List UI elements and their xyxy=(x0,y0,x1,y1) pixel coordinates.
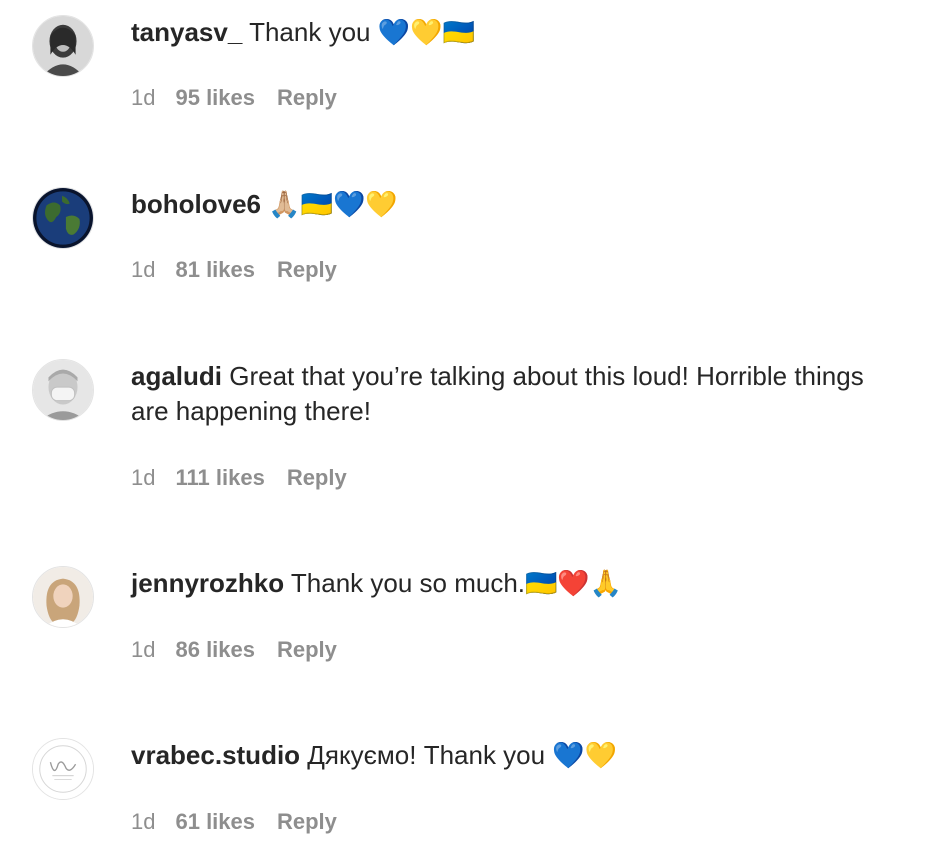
profile-photo-icon xyxy=(33,16,93,76)
comment-text: Great that you’re talking about this lou… xyxy=(131,361,864,426)
comment-likes[interactable]: 61 likes xyxy=(175,809,255,834)
comment-text: Thank you so much.🇺🇦❤️🙏 xyxy=(290,568,623,598)
comment-time[interactable]: 1d xyxy=(131,257,155,282)
comment-username[interactable]: boholove6 xyxy=(131,189,261,219)
comment-likes[interactable]: 86 likes xyxy=(175,637,255,662)
profile-photo-icon xyxy=(33,360,93,420)
comment-text: Thank you 💙💛🇺🇦 xyxy=(249,17,475,47)
comment-text: 🙏🏼🇺🇦💙💛 xyxy=(268,189,398,219)
comment-username[interactable]: jennyrozhko xyxy=(131,568,284,598)
reply-button[interactable]: Reply xyxy=(277,85,337,110)
comment-time[interactable]: 1d xyxy=(131,85,155,110)
comment-likes[interactable]: 81 likes xyxy=(175,257,255,282)
comment-time[interactable]: 1d xyxy=(131,637,155,662)
avatar[interactable] xyxy=(32,187,94,249)
comment-time[interactable]: 1d xyxy=(131,465,155,490)
comment-body: boholove6 🙏🏼🇺🇦💙💛 xyxy=(131,187,891,222)
comment-likes[interactable]: 95 likes xyxy=(175,85,255,110)
reply-button[interactable]: Reply xyxy=(277,257,337,282)
comment-body: tanyasv_ Thank you 💙💛🇺🇦 xyxy=(131,15,891,50)
reply-button[interactable]: Reply xyxy=(277,637,337,662)
comment-username[interactable]: vrabec.studio xyxy=(131,740,300,770)
comment-meta: 1d 111 likes Reply xyxy=(131,464,347,492)
comment-text: Дякуємо! Thank you 💙💛 xyxy=(307,740,618,770)
comment-body: jennyrozhko Thank you so much.🇺🇦❤️🙏 xyxy=(131,566,891,601)
comment-likes[interactable]: 111 likes xyxy=(175,465,264,490)
comment-username[interactable]: agaludi xyxy=(131,361,222,391)
avatar[interactable] xyxy=(32,15,94,77)
profile-photo-icon xyxy=(33,188,93,248)
comment-body: agaludi Great that you’re talking about … xyxy=(131,359,891,429)
avatar[interactable] xyxy=(32,359,94,421)
comment-meta: 1d 81 likes Reply xyxy=(131,256,337,284)
reply-button[interactable]: Reply xyxy=(287,465,347,490)
avatar[interactable] xyxy=(32,566,94,628)
comment-body: vrabec.studio Дякуємо! Thank you 💙💛 xyxy=(131,738,891,773)
comment-meta: 1d 86 likes Reply xyxy=(131,636,337,664)
reply-button[interactable]: Reply xyxy=(277,809,337,834)
profile-photo-icon xyxy=(33,567,93,627)
comment-meta: 1d 95 likes Reply xyxy=(131,84,337,112)
avatar[interactable] xyxy=(32,738,94,800)
comment-meta: 1d 61 likes Reply xyxy=(131,808,337,836)
studio-logo-icon xyxy=(33,739,93,799)
comment-username[interactable]: tanyasv_ xyxy=(131,17,242,47)
comment-time[interactable]: 1d xyxy=(131,809,155,834)
